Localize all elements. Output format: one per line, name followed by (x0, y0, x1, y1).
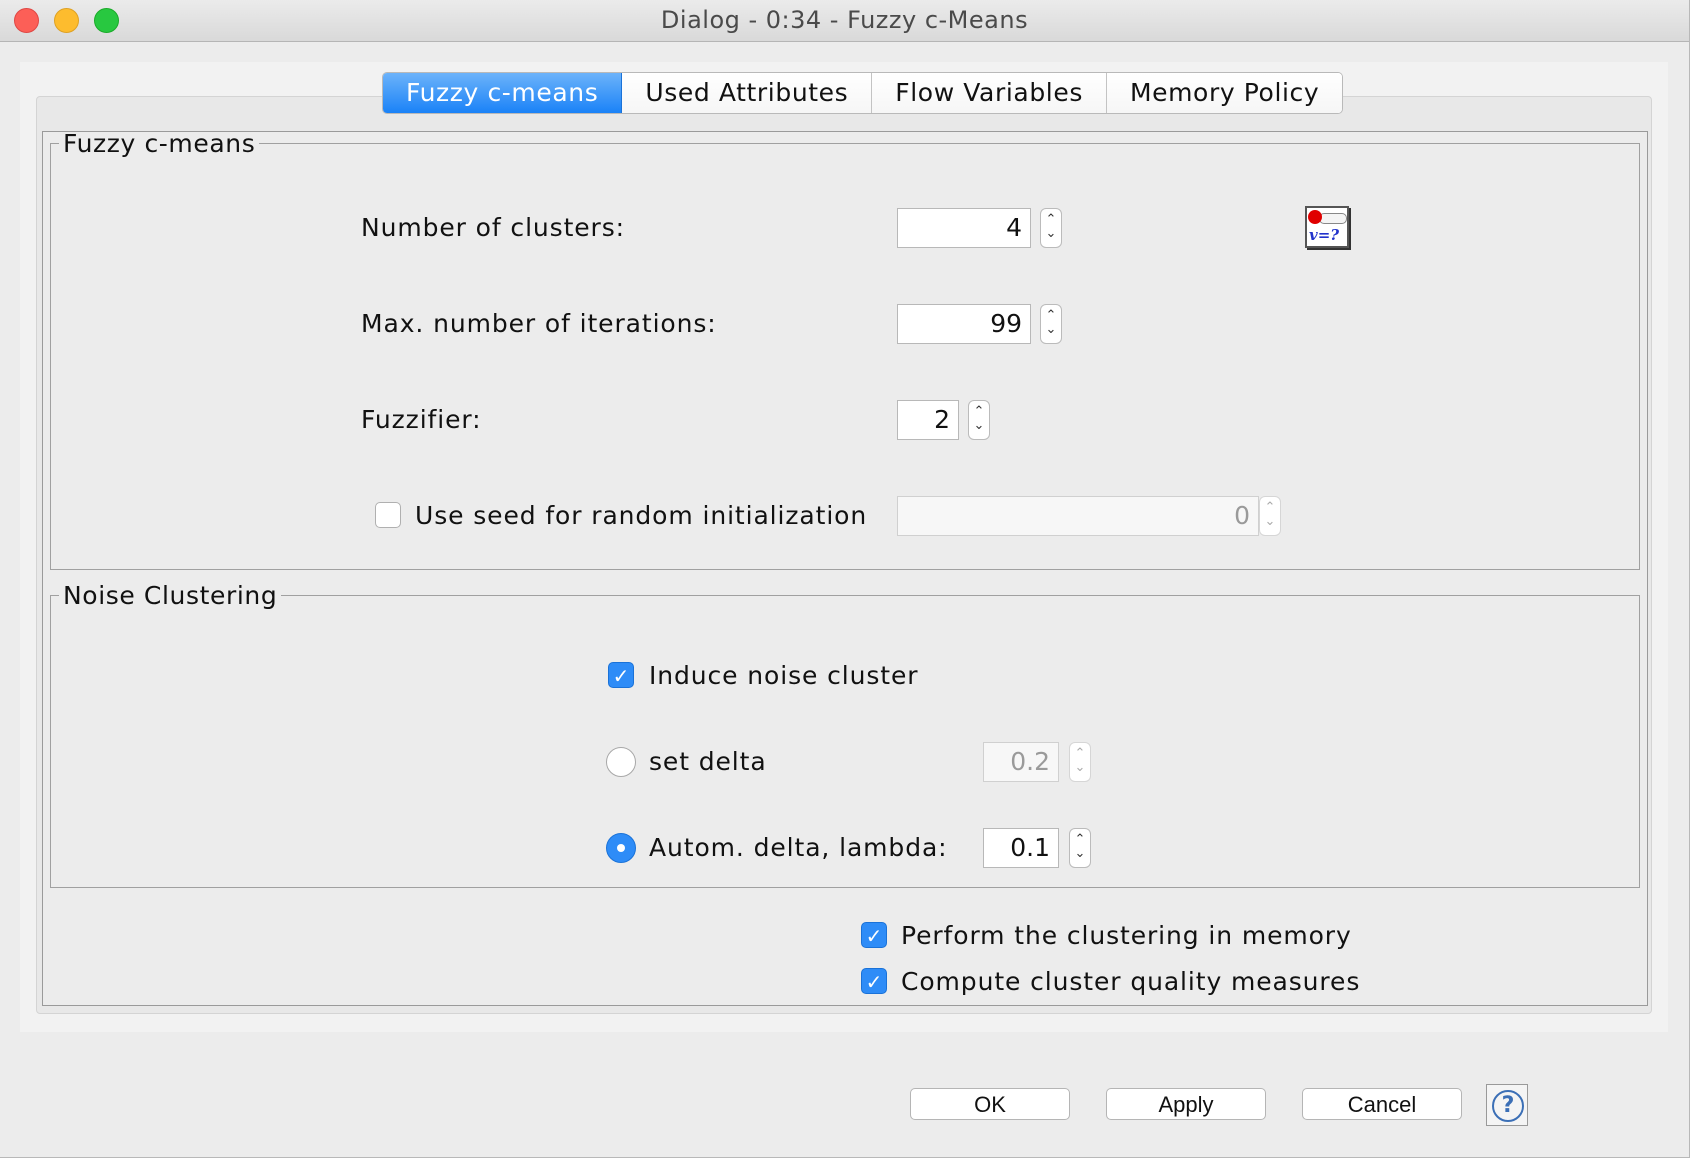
number-of-clusters-stepper[interactable]: ⌃ ⌄ (1040, 208, 1062, 248)
flow-variable-dot (1308, 210, 1322, 224)
help-icon: ? (1492, 1090, 1524, 1122)
tab-used-attributes[interactable]: Used Attributes (622, 73, 873, 113)
settings-panel: Fuzzy c-means Number of clusters: 4 ⌃ ⌄ v… (42, 129, 1648, 1006)
cancel-button[interactable]: Cancel (1302, 1088, 1462, 1120)
flow-variable-text: v=? (1309, 226, 1340, 244)
fuzzifier-stepper[interactable]: ⌃ ⌄ (968, 400, 990, 440)
quality-measures-checkbox[interactable]: ✓ (861, 968, 887, 994)
tab-fuzzy-c-means[interactable]: Fuzzy c-means (383, 73, 623, 113)
tab-flow-variables[interactable]: Flow Variables (872, 73, 1107, 113)
quality-measures-label: Compute cluster quality measures (901, 967, 1361, 996)
set-delta-input[interactable]: 0.2 (983, 742, 1059, 782)
flow-variable-icon[interactable]: v=? (1305, 206, 1349, 248)
auto-delta-label: Autom. delta, lambda: (649, 833, 948, 862)
window-title: Dialog - 0:34 - Fuzzy c-Means (660, 6, 1029, 34)
fuzzifier-label: Fuzzifier: (361, 405, 482, 434)
seed-input[interactable]: 0 (897, 496, 1259, 536)
seed-stepper[interactable]: ⌃ ⌄ (1259, 496, 1281, 536)
ok-button[interactable]: OK (910, 1088, 1070, 1120)
induce-noise-label: Induce noise cluster (649, 661, 919, 690)
use-seed-checkbox[interactable] (375, 502, 401, 528)
apply-button[interactable]: Apply (1106, 1088, 1266, 1120)
induce-noise-checkbox[interactable]: ✓ (608, 662, 634, 688)
auto-delta-radio[interactable] (606, 833, 636, 863)
tab-memory-policy[interactable]: Memory Policy (1106, 73, 1343, 113)
fuzzifier-input[interactable]: 2 (897, 400, 959, 440)
dialog-window: Dialog - 0:34 - Fuzzy c-Means Fuzzy c-me… (0, 0, 1690, 1158)
set-delta-label: set delta (649, 747, 767, 776)
set-delta-radio[interactable] (606, 747, 636, 777)
flow-variable-toggle-shape (1319, 213, 1347, 224)
set-delta-stepper[interactable]: ⌃ ⌄ (1069, 742, 1091, 782)
number-of-clusters-label: Number of clusters: (361, 213, 625, 242)
auto-delta-stepper[interactable]: ⌃ ⌄ (1069, 828, 1091, 868)
tab-bar: Fuzzy c-means Used Attributes Flow Varia… (382, 72, 1344, 114)
max-iterations-stepper[interactable]: ⌃ ⌄ (1040, 304, 1062, 344)
auto-delta-input[interactable]: 0.1 (983, 828, 1059, 868)
noise-clustering-legend: Noise Clustering (63, 581, 278, 610)
max-iterations-input[interactable]: 99 (897, 304, 1031, 344)
help-button[interactable]: ? (1486, 1084, 1528, 1126)
use-seed-label: Use seed for random initialization (415, 501, 868, 530)
fuzzy-c-means-legend: Fuzzy c-means (63, 129, 256, 158)
max-iterations-label: Max. number of iterations: (361, 309, 717, 338)
in-memory-label: Perform the clustering in memory (901, 921, 1352, 950)
in-memory-checkbox[interactable]: ✓ (861, 922, 887, 948)
title-bar[interactable]: Dialog - 0:34 - Fuzzy c-Means (0, 0, 1689, 42)
number-of-clusters-input[interactable]: 4 (897, 208, 1031, 248)
